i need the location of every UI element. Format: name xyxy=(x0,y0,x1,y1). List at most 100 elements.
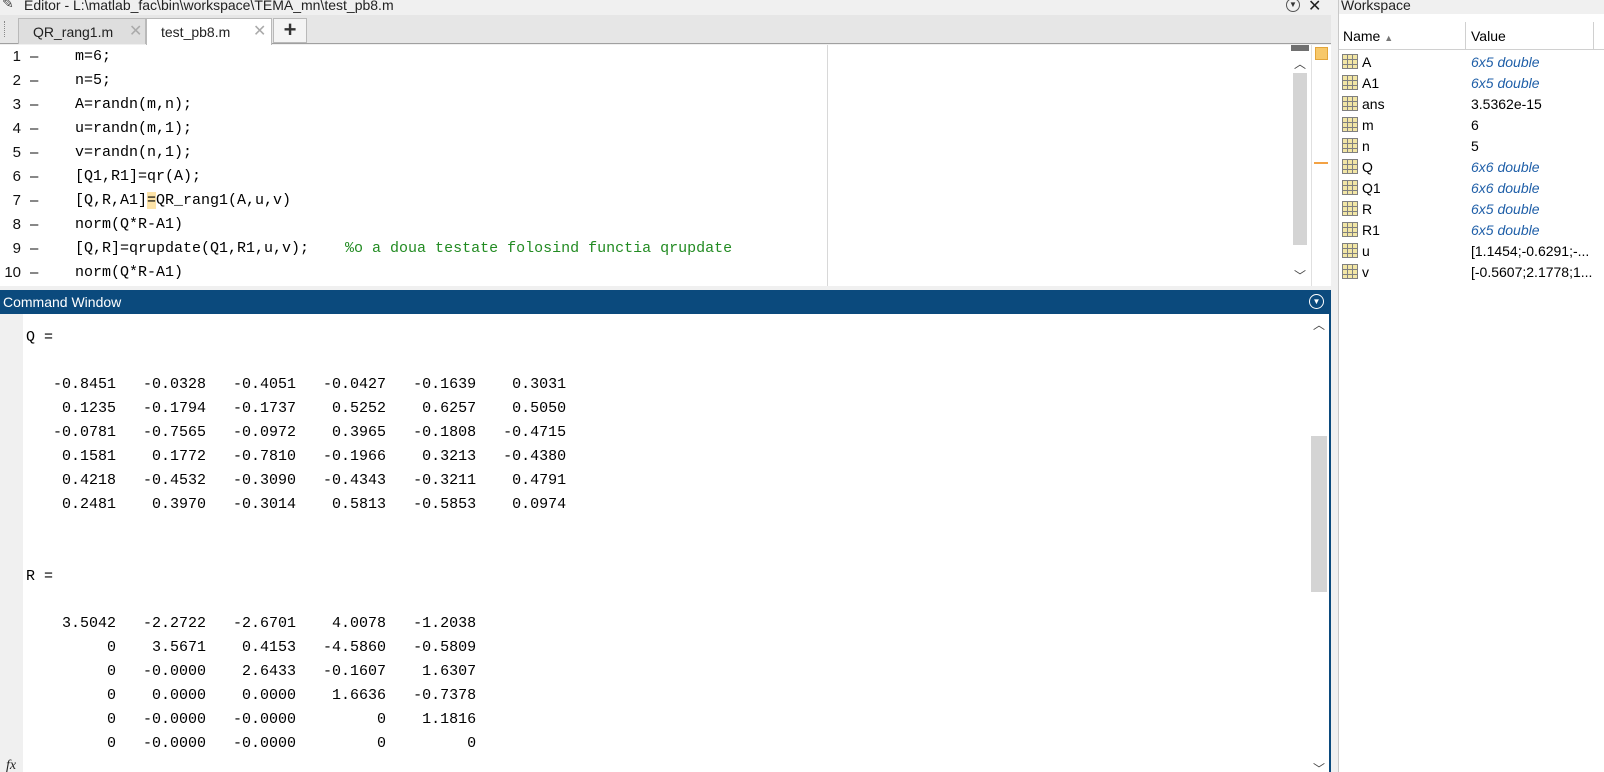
line-number: 9– xyxy=(12,240,39,257)
workspace-row[interactable]: v [-0.5607;2.1778;1... xyxy=(1339,262,1604,283)
code-analyzer-bar xyxy=(1311,45,1331,286)
output-line: 0.2481 0.3970 -0.3014 0.5813 -0.5853 0.0… xyxy=(26,496,567,513)
scroll-up-icon[interactable]: ︿ xyxy=(1291,55,1309,71)
workspace-row[interactable]: R 6x5 double xyxy=(1339,199,1604,220)
workspace-row[interactable]: Q 6x6 double xyxy=(1339,157,1604,178)
line-number: 6– xyxy=(12,168,39,185)
scroll-down-icon[interactable]: ﹀ xyxy=(1291,267,1309,283)
workspace-row[interactable]: Q1 6x6 double xyxy=(1339,178,1604,199)
tab-test-pb8[interactable]: test_pb8.m ✕ xyxy=(146,18,272,45)
code-comment: %o a doua testate folosind functia qrupd… xyxy=(345,240,733,257)
code-line[interactable]: [Q1,R1]=qr(A); xyxy=(75,165,201,189)
workspace-row[interactable]: u [1.1454;-0.6291;-... xyxy=(1339,241,1604,262)
code-line[interactable]: norm(Q*R-A1) xyxy=(75,213,183,237)
line-number: 3– xyxy=(12,96,39,113)
command-window-titlebar: Command Window ▼ xyxy=(0,290,1331,314)
column-header-name[interactable]: Name ▲ xyxy=(1343,28,1393,44)
code-line[interactable]: n=5; xyxy=(75,69,111,93)
add-tab-icon[interactable]: + xyxy=(273,18,307,43)
editor-titlebar: ✎ Editor - L:\matlab_fac\bin\workspace\T… xyxy=(0,0,1331,14)
tab-label: test_pb8.m xyxy=(161,24,231,40)
code-line[interactable]: [Q,R,A1]=QR_rang1(A,u,v) xyxy=(75,189,291,213)
output-line: 0.4218 -0.4532 -0.3090 -0.4343 -0.3211 0… xyxy=(26,472,567,489)
workspace-header: Name ▲ Value xyxy=(1339,22,1604,50)
output-line: 0 -0.0000 2.6433 -0.1607 1.6307 xyxy=(26,663,477,680)
line-number: 1– xyxy=(12,48,39,65)
variable-matrix-icon xyxy=(1342,159,1358,174)
code-editor[interactable]: 1– 2– 3– 4– 5– 6– 7– 8– 9– 10– m=6; n=5;… xyxy=(0,45,1331,286)
editor-scrollbar[interactable]: ︿ ﹀ xyxy=(1291,45,1309,286)
variable-matrix-icon xyxy=(1342,54,1358,69)
command-window-title: Command Window xyxy=(3,294,122,310)
panel-splitter[interactable] xyxy=(1331,0,1339,772)
variable-matrix-icon xyxy=(1342,243,1358,258)
workspace-panel[interactable]: Name ▲ Value A 6x5 double A1 6x5 double an… xyxy=(1339,14,1604,772)
output-line: -0.8451 -0.0328 -0.4051 -0.0427 -0.1639 … xyxy=(26,376,567,393)
command-window-dropdown-icon[interactable]: ▼ xyxy=(1309,294,1324,309)
scroll-split-handle[interactable] xyxy=(1291,45,1309,51)
fx-icon[interactable]: fx xyxy=(6,758,16,772)
workspace-row[interactable]: ans 3.5362e-15 xyxy=(1339,94,1604,115)
tab-close-icon[interactable]: ✕ xyxy=(129,21,142,40)
variable-matrix-icon xyxy=(1342,201,1358,216)
output-line: Q = xyxy=(26,329,54,346)
output-line: R = xyxy=(26,568,54,585)
code-line[interactable]: u=randn(m,1); xyxy=(75,117,192,141)
command-scrollbar[interactable]: ︿ ﹀ xyxy=(1309,314,1329,772)
code-line[interactable]: m=6; xyxy=(75,45,111,69)
line-number: 7– xyxy=(12,192,39,209)
tab-grip xyxy=(4,21,6,37)
warning-status-icon[interactable] xyxy=(1315,47,1328,60)
workspace-row[interactable]: n5 xyxy=(1339,136,1604,157)
sort-ascending-icon: ▲ xyxy=(1384,33,1394,43)
line-number: 2– xyxy=(12,72,39,89)
scroll-thumb[interactable] xyxy=(1311,436,1327,592)
editor-close-icon[interactable]: ✕ xyxy=(1308,0,1321,14)
scroll-thumb[interactable] xyxy=(1293,73,1307,245)
line-number: 5– xyxy=(12,144,39,161)
output-line: 0 -0.0000 -0.0000 0 1.1816 xyxy=(26,711,477,728)
workspace-row[interactable]: A1 6x5 double xyxy=(1339,73,1604,94)
variable-matrix-icon xyxy=(1342,96,1358,111)
tab-qr-rang1[interactable]: QR_rang1.m ✕ xyxy=(18,18,146,44)
matched-token-highlight: = xyxy=(147,192,157,209)
command-window[interactable]: fx Q = -0.8451 -0.0328 -0.4051 -0.0427 -… xyxy=(0,314,1331,772)
line-number: 4– xyxy=(12,120,39,137)
scroll-up-icon[interactable]: ︿ xyxy=(1309,316,1329,333)
code-area[interactable]: m=6; n=5; A=randn(m,n); u=randn(m,1); v=… xyxy=(75,45,835,286)
tab-close-icon[interactable]: ✕ xyxy=(253,21,266,40)
pencil-icon: ✎ xyxy=(2,0,14,12)
code-line[interactable]: [Q,R]=qrupdate(Q1,R1,u,v); %o a doua tes… xyxy=(75,237,732,261)
variable-matrix-icon xyxy=(1342,180,1358,195)
output-line: 0 -0.0000 -0.0000 0 0 xyxy=(26,735,477,752)
variable-matrix-icon xyxy=(1342,138,1358,153)
code-token: [Q,R,A1] xyxy=(75,192,148,209)
workspace-row[interactable]: m6 xyxy=(1339,115,1604,136)
editor-tab-strip: QR_rang1.m ✕ test_pb8.m ✕ + xyxy=(0,15,1331,45)
column-header-value[interactable]: Value xyxy=(1471,28,1506,44)
editor-dropdown-icon[interactable]: ▼ xyxy=(1286,0,1300,12)
code-token: [Q,R]=qrupdate(Q1,R1,u,v); xyxy=(75,240,346,257)
output-line: -0.0781 -0.7565 -0.0972 0.3965 -0.1808 -… xyxy=(26,424,567,441)
output-line: 0 3.5671 0.4153 -4.5860 -0.5809 xyxy=(26,639,477,656)
column-divider[interactable] xyxy=(1465,22,1466,50)
line-number-gutter: 1– 2– 3– 4– 5– 6– 7– 8– 9– 10– xyxy=(0,45,60,286)
column-divider[interactable] xyxy=(1593,22,1594,50)
line-number: 8– xyxy=(12,216,39,233)
code-token: QR_rang1(A,u,v) xyxy=(156,192,292,209)
output-line: 0.1235 -0.1794 -0.1737 0.5252 0.6257 0.5… xyxy=(26,400,567,417)
variable-matrix-icon xyxy=(1342,75,1358,90)
workspace-row[interactable]: A 6x5 double xyxy=(1339,52,1604,73)
line-number: 10– xyxy=(4,264,39,281)
output-line: 3.5042 -2.2722 -2.6701 4.0078 -1.2038 xyxy=(26,615,477,632)
output-line: 0.1581 0.1772 -0.7810 -0.1966 0.3213 -0.… xyxy=(26,448,567,465)
code-line[interactable]: norm(Q*R-A1) xyxy=(75,261,183,285)
scroll-down-icon[interactable]: ﹀ xyxy=(1309,760,1329,772)
code-line[interactable]: A=randn(m,n); xyxy=(75,93,192,117)
code-line[interactable]: v=randn(n,1); xyxy=(75,141,192,165)
command-gutter: fx xyxy=(0,314,23,772)
workspace-row[interactable]: R1 6x5 double xyxy=(1339,220,1604,241)
right-margin-line xyxy=(827,45,828,286)
warning-marker[interactable] xyxy=(1314,162,1328,164)
variable-matrix-icon xyxy=(1342,264,1358,279)
